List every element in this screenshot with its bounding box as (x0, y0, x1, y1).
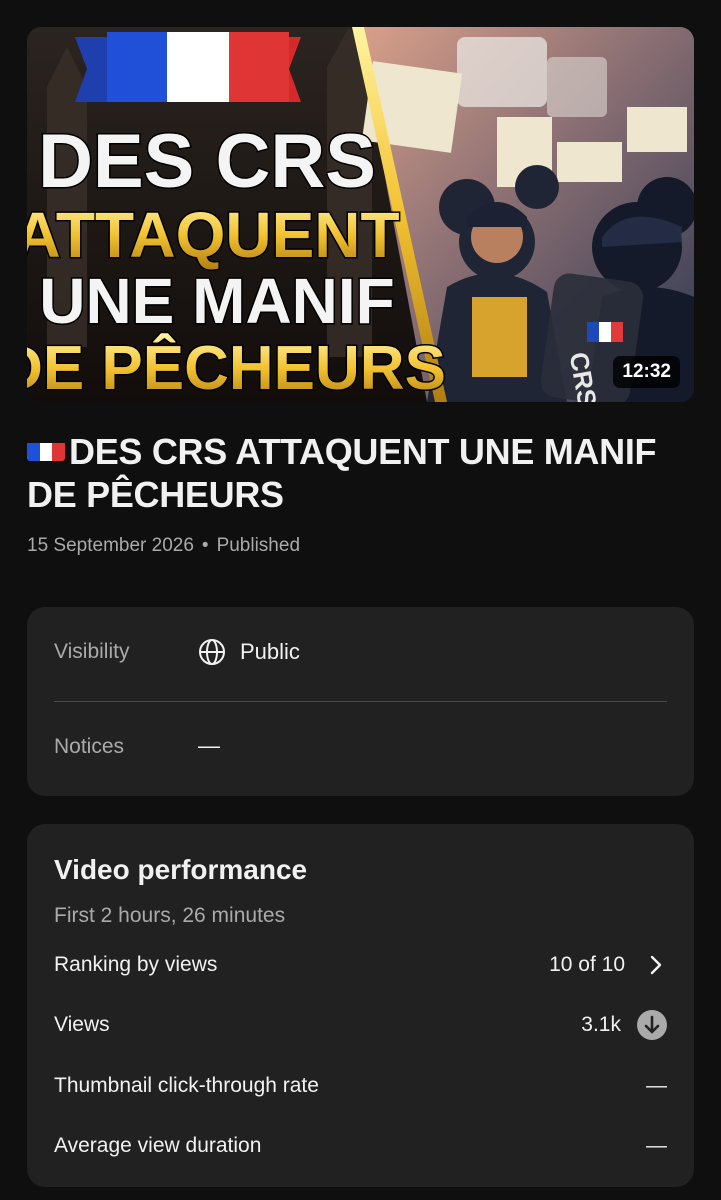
views-label: Views (54, 1013, 110, 1036)
visibility-value-text: Public (240, 639, 300, 664)
notices-value: — (198, 733, 220, 758)
chevron-right-icon (650, 955, 662, 975)
divider (54, 701, 667, 702)
video-performance-card: Video performance First 2 hours, 26 minu… (27, 824, 694, 1187)
performance-title: Video performance (54, 854, 308, 885)
video-duration: 12:32 (613, 356, 680, 388)
meta-separator: • (201, 535, 209, 556)
video-thumbnail[interactable]: CRS DES CRS ATTAQUENT UNE MANIF DE PÊCHE… (27, 27, 694, 402)
avg-duration-row: Average view duration — (54, 1129, 667, 1163)
arrow-down-circle-icon (637, 1010, 667, 1040)
video-title: DES CRS ATTAQUENT UNE MANIF DE PÊCHEURS (27, 430, 667, 516)
ctr-value: — (646, 1074, 667, 1097)
thumbnail-artwork: CRS DES CRS ATTAQUENT UNE MANIF DE PÊCHE… (27, 27, 694, 402)
publish-status: Published (216, 535, 301, 556)
video-title-text: DES CRS ATTAQUENT UNE MANIF DE PÊCHEURS (27, 431, 657, 515)
thumb-line-1: DES CRS (38, 119, 376, 204)
publish-date: 15 September 2026 (27, 535, 194, 556)
visibility-label: Visibility (54, 640, 130, 663)
ranking-value: 10 of 10 (549, 953, 625, 976)
ctr-row: Thumbnail click-through rate — (54, 1069, 667, 1103)
avg-duration-label: Average view duration (54, 1134, 262, 1157)
details-card: Visibility Public Notices — (27, 607, 694, 796)
ranking-label: Ranking by views (54, 953, 218, 976)
globe-icon (199, 639, 225, 665)
avg-duration-value: — (646, 1134, 667, 1157)
visibility-value[interactable]: Public (198, 638, 300, 666)
views-row: Views 3.1k (54, 1008, 667, 1042)
thumb-line-2: ATTAQUENT (27, 199, 400, 271)
notices-label: Notices (54, 735, 125, 758)
thumb-line-3: UNE MANIF (39, 265, 395, 337)
thumb-line-4: DE PÊCHEURS (27, 334, 446, 402)
french-flag-icon (27, 435, 65, 461)
ranking-row[interactable]: Ranking by views 10 of 10 (54, 948, 667, 982)
ctr-label: Thumbnail click-through rate (54, 1074, 319, 1097)
performance-subtitle: First 2 hours, 26 minutes (54, 904, 286, 927)
views-value: 3.1k (581, 1013, 621, 1036)
video-meta: 15 September 2026 • Published (27, 535, 300, 557)
